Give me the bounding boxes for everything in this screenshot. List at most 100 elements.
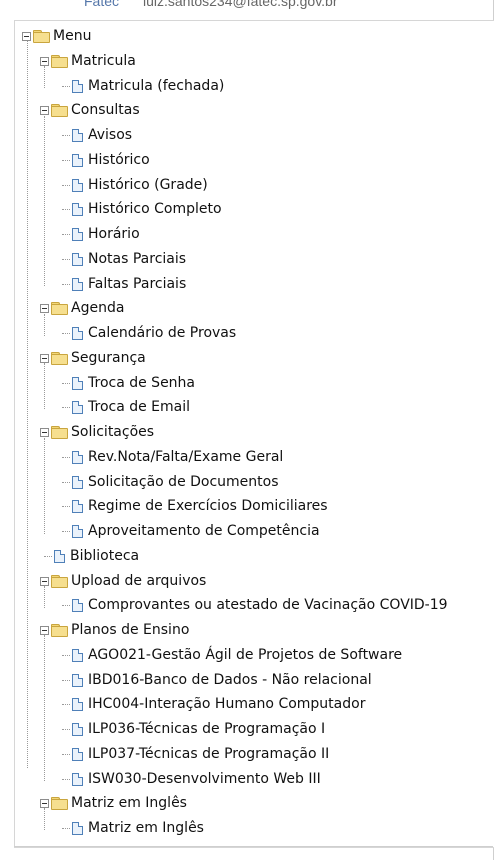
tree-line <box>62 680 70 681</box>
page-icon <box>72 598 83 612</box>
menu-item-label: IHC004-Interação Humano Computador <box>88 696 366 712</box>
page-icon <box>72 821 83 835</box>
menu-item-regime-exercicios[interactable]: Regime de Exercícios Domiciliares <box>72 495 328 517</box>
tree-line <box>27 40 28 768</box>
menu-item-avisos[interactable]: Avisos <box>72 124 132 146</box>
menu-item-label: ISW030-Desenvolvimento Web III <box>88 771 321 787</box>
collapse-toggle-icon[interactable] <box>40 625 49 635</box>
menu-item-historico-grade[interactable]: Histórico (Grade) <box>72 174 208 196</box>
folder-open-icon <box>33 30 50 43</box>
tree-folder-upload[interactable]: Upload de arquivos <box>40 570 206 592</box>
menu-item-label: Horário <box>88 226 140 242</box>
tree-line <box>62 655 70 656</box>
menu-item-label: Rev.Nota/Falta/Exame Geral <box>88 449 284 465</box>
page-icon <box>72 227 83 241</box>
collapse-toggle-icon[interactable] <box>40 105 49 115</box>
user-email: luiz.santos234@fatec.sp.gov.br <box>143 0 338 9</box>
menu-item-comprovantes-vacinacao[interactable]: Comprovantes ou atestado de Vacinação CO… <box>72 594 448 616</box>
tree-line <box>44 635 45 781</box>
menu-item-label: Notas Parciais <box>88 251 187 267</box>
menu-item-solicitacao-documentos[interactable]: Solicitação de Documentos <box>72 471 279 493</box>
tree-folder-seguranca[interactable]: Segurança <box>40 347 146 369</box>
page-icon <box>72 524 83 538</box>
menu-item-label: Troca de Email <box>88 399 191 415</box>
menu-item-isw030[interactable]: ISW030-Desenvolvimento Web III <box>72 768 321 790</box>
tree-folder-planos-ensino[interactable]: Planos de Ensino <box>40 619 189 641</box>
page-icon <box>72 400 83 414</box>
menu-item-ibd016[interactable]: IBD016-Banco de Dados - Não relacional <box>72 669 372 691</box>
folder-label: Matriz em Inglês <box>71 795 187 811</box>
collapse-toggle-icon[interactable] <box>40 576 49 586</box>
page-icon <box>72 178 83 192</box>
bottom-border <box>14 846 493 847</box>
collapse-toggle-icon[interactable] <box>40 56 49 66</box>
page-icon <box>72 202 83 216</box>
folder-label: Solicitações <box>71 424 155 440</box>
menu-item-label: Solicitação de Documentos <box>88 474 279 490</box>
menu-item-label: Troca de Senha <box>88 375 196 391</box>
tree-folder-menu[interactable]: Menu <box>22 25 91 47</box>
page-icon <box>72 772 83 786</box>
menu-item-label: Matriz em Inglês <box>88 820 204 836</box>
tree-line <box>62 284 70 285</box>
menu-item-biblioteca[interactable]: Biblioteca <box>54 545 139 567</box>
page-icon <box>72 326 83 340</box>
tree-line <box>44 116 45 286</box>
tree-folder-consultas[interactable]: Consultas <box>40 99 140 121</box>
menu-item-notas-parciais[interactable]: Notas Parciais <box>72 248 186 270</box>
tree-folder-matriz-ingles[interactable]: Matriz em Inglês <box>40 792 187 814</box>
folder-label: Agenda <box>71 300 125 316</box>
tree-line <box>62 531 70 532</box>
menu-item-ilp037[interactable]: ILP037-Técnicas de Programação II <box>72 743 329 765</box>
menu-item-calendario-provas[interactable]: Calendário de Provas <box>72 322 236 344</box>
menu-item-faltas-parciais[interactable]: Faltas Parciais <box>72 273 186 295</box>
menu-item-troca-email[interactable]: Troca de Email <box>72 396 190 418</box>
menu-item-historico-completo[interactable]: Histórico Completo <box>72 198 222 220</box>
tree-line <box>44 363 45 409</box>
page-icon <box>72 153 83 167</box>
menu-item-ago021[interactable]: AGO021-Gestão Ágil de Projetos de Softwa… <box>72 644 402 666</box>
tree-folder-solicitacoes[interactable]: Solicitações <box>40 421 154 443</box>
page-icon <box>72 673 83 687</box>
tree-line <box>62 86 70 87</box>
collapse-toggle-icon[interactable] <box>40 427 49 437</box>
menu-item-label: Histórico (Grade) <box>88 177 208 193</box>
collapse-toggle-icon[interactable] <box>22 31 31 41</box>
page-icon <box>72 79 83 93</box>
tree-line <box>62 383 70 384</box>
folder-label: Matricula <box>71 53 136 69</box>
folder-open-icon <box>51 55 68 68</box>
menu-item-ilp036[interactable]: ILP036-Técnicas de Programação I <box>72 718 325 740</box>
tree-line <box>62 209 70 210</box>
collapse-toggle-icon[interactable] <box>40 303 49 313</box>
page-icon <box>72 252 83 266</box>
tree-line <box>62 482 70 483</box>
menu-item-aproveitamento[interactable]: Aproveitamento de Competência <box>72 520 320 542</box>
menu-item-matriz-ingles[interactable]: Matriz em Inglês <box>72 817 204 839</box>
tree-line <box>62 333 70 334</box>
tree-line <box>62 160 70 161</box>
menu-item-label: Comprovantes ou atestado de Vacinação CO… <box>88 597 448 613</box>
menu-item-ihc004[interactable]: IHC004-Interação Humano Computador <box>72 693 365 715</box>
tree-folder-agenda[interactable]: Agenda <box>40 297 124 319</box>
collapse-toggle-icon[interactable] <box>40 798 49 808</box>
menu-item-label: Calendário de Provas <box>88 325 237 341</box>
page-icon <box>72 450 83 464</box>
folder-open-icon <box>51 426 68 439</box>
tree-line <box>62 259 70 260</box>
collapse-toggle-icon[interactable] <box>40 353 49 363</box>
menu-item-horario[interactable]: Horário <box>72 223 140 245</box>
menu-item-troca-senha[interactable]: Troca de Senha <box>72 372 195 394</box>
menu-item-historico[interactable]: Histórico <box>72 149 150 171</box>
menu-item-matricula-fechada[interactable]: Matricula (fechada) <box>72 75 224 97</box>
tree-folder-matricula[interactable]: Matricula <box>40 50 136 72</box>
menu-item-label: Aproveitamento de Competência <box>88 523 320 539</box>
folder-open-icon <box>51 575 68 588</box>
menu-item-rev-nota[interactable]: Rev.Nota/Falta/Exame Geral <box>72 446 283 468</box>
folder-open-icon <box>51 624 68 637</box>
page-icon <box>72 277 83 291</box>
page-icon <box>54 549 65 563</box>
page-icon <box>72 747 83 761</box>
menu-item-label: Histórico <box>88 152 150 168</box>
menu-item-label: ILP036-Técnicas de Programação I <box>88 721 326 737</box>
